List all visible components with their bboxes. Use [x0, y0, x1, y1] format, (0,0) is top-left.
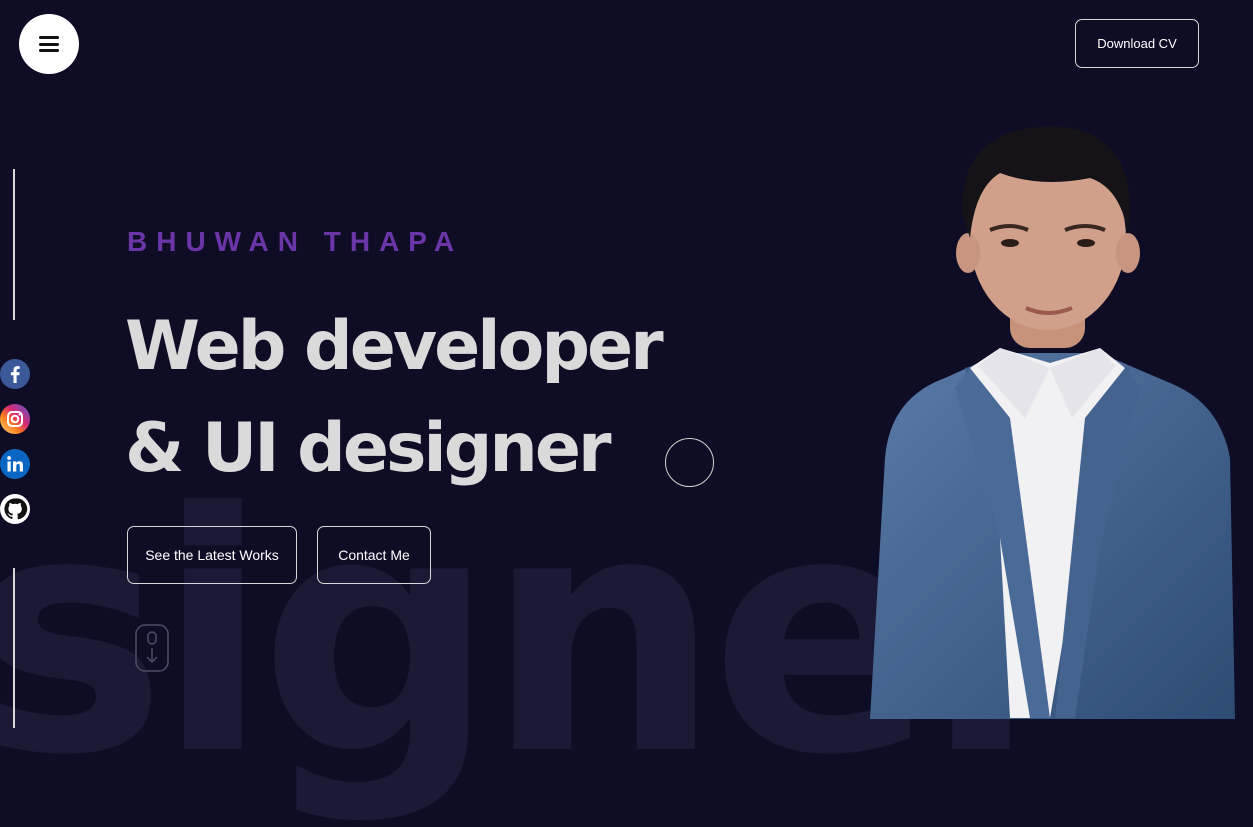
instagram-icon: [0, 404, 30, 434]
instagram-link[interactable]: [0, 404, 30, 434]
download-cv-button[interactable]: Download CV: [1075, 19, 1199, 68]
headline-line-1: Web developer: [125, 307, 664, 386]
linkedin-icon: [0, 449, 30, 479]
facebook-link[interactable]: [0, 359, 30, 389]
contact-me-button[interactable]: Contact Me: [317, 526, 431, 584]
social-divider-bottom: [13, 568, 15, 728]
menu-button[interactable]: [19, 14, 79, 74]
author-name: BHUWAN THAPA: [127, 226, 464, 257]
hero-headline: Web developer & UI designer: [125, 296, 664, 500]
linkedin-link[interactable]: [0, 449, 30, 479]
facebook-icon: [0, 359, 30, 389]
hamburger-menu-icon: [39, 36, 59, 52]
social-divider-top: [13, 169, 15, 320]
github-link[interactable]: [0, 494, 30, 524]
headline-line-2: & UI designer: [125, 409, 611, 488]
github-icon: [0, 494, 30, 524]
cursor-circle-decoration: [665, 438, 714, 487]
profile-photo: [870, 126, 1235, 719]
see-latest-works-button[interactable]: See the Latest Works: [127, 526, 297, 584]
mouse-scroll-icon[interactable]: [135, 624, 169, 672]
